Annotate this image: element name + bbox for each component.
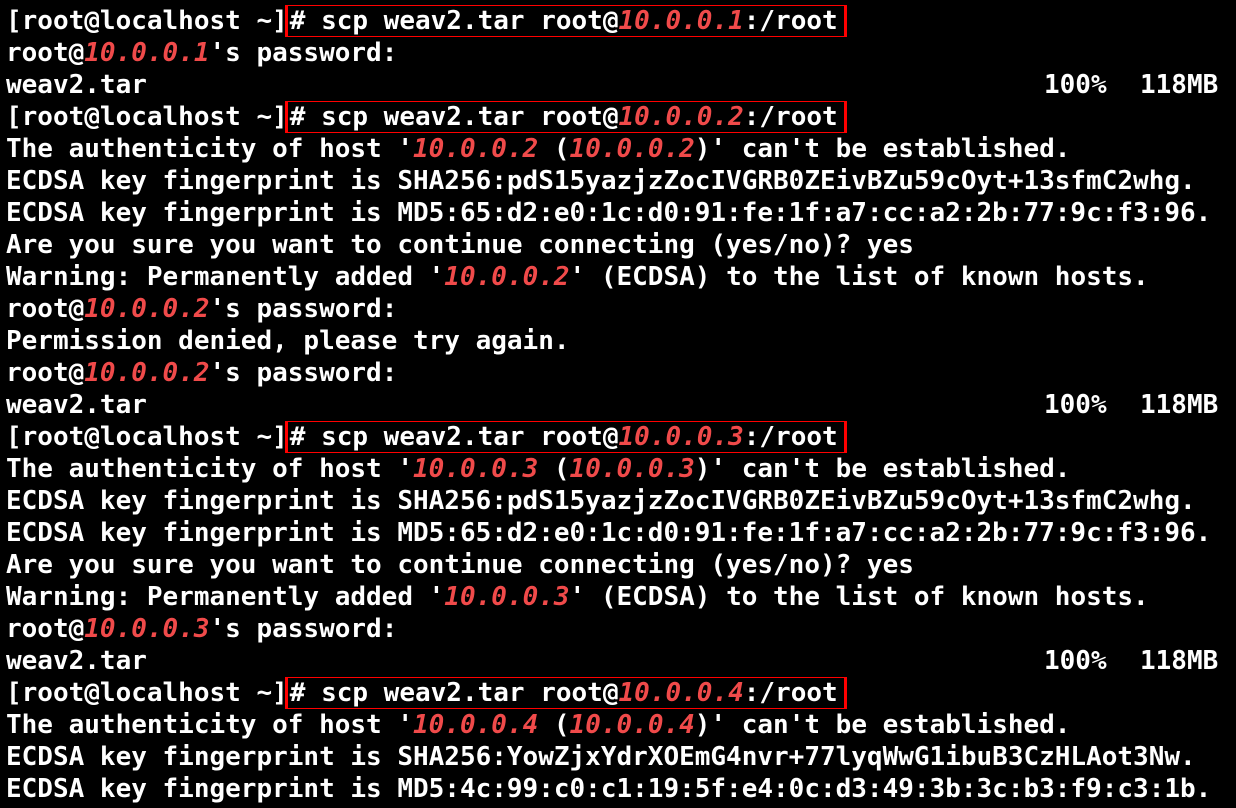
output-line: ECDSA key fingerprint is SHA256:YowZjxYd… [6, 741, 1236, 773]
known-hosts-warning-line: Warning: Permanently added '10.0.0.3' (E… [6, 581, 1236, 613]
transfer-filename: weav2.tar [6, 646, 147, 676]
password-prompt-line: root@10.0.0.3's password: [6, 613, 1236, 645]
command-line: [root@localhost ~]# scp weav2.tar root@1… [6, 101, 1236, 133]
ip-address: 10.0.0.2 [413, 134, 539, 164]
ip-address: 10.0.0.2 [618, 102, 744, 132]
output-text: Permission denied, please try again. [6, 326, 570, 356]
ip-address: 10.0.0.1 [618, 6, 744, 36]
command-text: # scp weav2.tar root@ [289, 422, 619, 452]
command-text: # scp weav2.tar root@ [289, 6, 619, 36]
ip-address: 10.0.0.1 [84, 38, 210, 68]
output-text: Are you sure you want to continue connec… [6, 230, 914, 260]
password-prompt-line: root@10.0.0.2's password: [6, 357, 1236, 389]
auth-text: )' can't be established. [694, 134, 1071, 164]
output-line: Permission denied, please try again. [6, 325, 1236, 357]
password-prompt-text: 's password: [209, 358, 398, 388]
transfer-percent: 100% [1044, 646, 1107, 676]
output-line: ECDSA key fingerprint is SHA256:pdS15yaz… [6, 485, 1236, 517]
auth-text: The authenticity of host ' [6, 454, 413, 484]
output-line: Are you sure you want to continue connec… [6, 229, 1236, 261]
ip-address: 10.0.0.3 [444, 582, 570, 612]
terminal-output: [root@localhost ~]# scp weav2.tar root@1… [6, 5, 1236, 805]
output-line: ECDSA key fingerprint is MD5:65:d2:e0:1c… [6, 517, 1236, 549]
transfer-progress-line: weav2.tar 100% 118MB [6, 69, 1236, 101]
command-destination: :/root [743, 678, 838, 708]
shell-prompt: [root@localhost ~] [6, 422, 288, 452]
shell-prompt: [root@localhost ~] [6, 678, 288, 708]
password-prompt-text: 's password: [209, 38, 398, 68]
transfer-progress-line: weav2.tar 100% 118MB [6, 645, 1236, 677]
command-line: [root@localhost ~]# scp weav2.tar root@1… [6, 421, 1236, 453]
password-prompt-text: 's password: [209, 614, 398, 644]
known-hosts-warning-line: Warning: Permanently added '10.0.0.2' (E… [6, 261, 1236, 293]
transfer-size: 118MB [1140, 390, 1219, 420]
command-text: # scp weav2.tar root@ [289, 678, 619, 708]
auth-text: The authenticity of host ' [6, 134, 413, 164]
highlighted-command: # scp weav2.tar root@10.0.0.3:/root [284, 421, 847, 453]
transfer-progress-line: weav2.tar 100% 118MB [6, 389, 1236, 421]
transfer-filename: weav2.tar [6, 390, 147, 420]
output-line: ECDSA key fingerprint is MD5:65:d2:e0:1c… [6, 197, 1236, 229]
host-authenticity-line: The authenticity of host '10.0.0.4 (10.0… [6, 709, 1236, 741]
password-prompt-line: root@10.0.0.1's password: [6, 37, 1236, 69]
ip-address: 10.0.0.2 [569, 134, 695, 164]
auth-text: ( [538, 134, 570, 164]
transfer-percent: 100% [1044, 390, 1107, 420]
terminal-window[interactable]: [root@localhost ~]# scp weav2.tar root@1… [0, 0, 1236, 808]
command-text: # scp weav2.tar root@ [289, 102, 619, 132]
transfer-size: 118MB [1140, 70, 1219, 100]
password-prompt-user: root@ [6, 614, 85, 644]
password-prompt-text: 's password: [209, 294, 398, 324]
password-prompt-user: root@ [6, 38, 85, 68]
ip-address: 10.0.0.4 [569, 710, 695, 740]
ip-address: 10.0.0.3 [569, 454, 695, 484]
output-text: ECDSA key fingerprint is MD5:4c:99:c0:c1… [6, 774, 1212, 804]
output-text: Are you sure you want to continue connec… [6, 550, 914, 580]
shell-prompt: [root@localhost ~] [6, 102, 288, 132]
auth-text: The authenticity of host ' [6, 710, 413, 740]
output-text: ECDSA key fingerprint is SHA256:pdS15yaz… [6, 486, 1196, 516]
password-prompt-user: root@ [6, 294, 85, 324]
ip-address: 10.0.0.4 [413, 710, 539, 740]
transfer-size: 118MB [1140, 646, 1219, 676]
ip-address: 10.0.0.4 [618, 678, 744, 708]
auth-text: ( [538, 710, 570, 740]
output-line: Are you sure you want to continue connec… [6, 549, 1236, 581]
password-prompt-user: root@ [6, 358, 85, 388]
warning-text: Warning: Permanently added ' [6, 582, 445, 612]
warning-text: Warning: Permanently added ' [6, 262, 445, 292]
password-prompt-line: root@10.0.0.2's password: [6, 293, 1236, 325]
ip-address: 10.0.0.2 [84, 294, 210, 324]
warning-text: ' (ECDSA) to the list of known hosts. [569, 262, 1149, 292]
auth-text: ( [538, 454, 570, 484]
ip-address: 10.0.0.3 [618, 422, 744, 452]
shell-prompt: [root@localhost ~] [6, 6, 288, 36]
output-text: ECDSA key fingerprint is MD5:65:d2:e0:1c… [6, 198, 1212, 228]
auth-text: )' can't be established. [694, 454, 1071, 484]
transfer-percent: 100% [1044, 70, 1107, 100]
highlighted-command: # scp weav2.tar root@10.0.0.2:/root [284, 101, 847, 133]
highlighted-command: # scp weav2.tar root@10.0.0.4:/root [284, 677, 847, 709]
output-text: ECDSA key fingerprint is MD5:65:d2:e0:1c… [6, 518, 1212, 548]
highlighted-command: # scp weav2.tar root@10.0.0.1:/root [284, 5, 847, 37]
output-text: ECDSA key fingerprint is SHA256:pdS15yaz… [6, 166, 1196, 196]
command-destination: :/root [743, 102, 838, 132]
command-destination: :/root [743, 6, 838, 36]
host-authenticity-line: The authenticity of host '10.0.0.3 (10.0… [6, 453, 1236, 485]
transfer-filename: weav2.tar [6, 70, 147, 100]
command-line: [root@localhost ~]# scp weav2.tar root@1… [6, 5, 1236, 37]
warning-text: ' (ECDSA) to the list of known hosts. [569, 582, 1149, 612]
command-destination: :/root [743, 422, 838, 452]
output-text: ECDSA key fingerprint is SHA256:YowZjxYd… [6, 742, 1196, 772]
ip-address: 10.0.0.3 [413, 454, 539, 484]
command-line: [root@localhost ~]# scp weav2.tar root@1… [6, 677, 1236, 709]
auth-text: )' can't be established. [694, 710, 1071, 740]
ip-address: 10.0.0.3 [84, 614, 210, 644]
output-line: ECDSA key fingerprint is MD5:4c:99:c0:c1… [6, 773, 1236, 805]
output-line: ECDSA key fingerprint is SHA256:pdS15yaz… [6, 165, 1236, 197]
host-authenticity-line: The authenticity of host '10.0.0.2 (10.0… [6, 133, 1236, 165]
ip-address: 10.0.0.2 [444, 262, 570, 292]
ip-address: 10.0.0.2 [84, 358, 210, 388]
